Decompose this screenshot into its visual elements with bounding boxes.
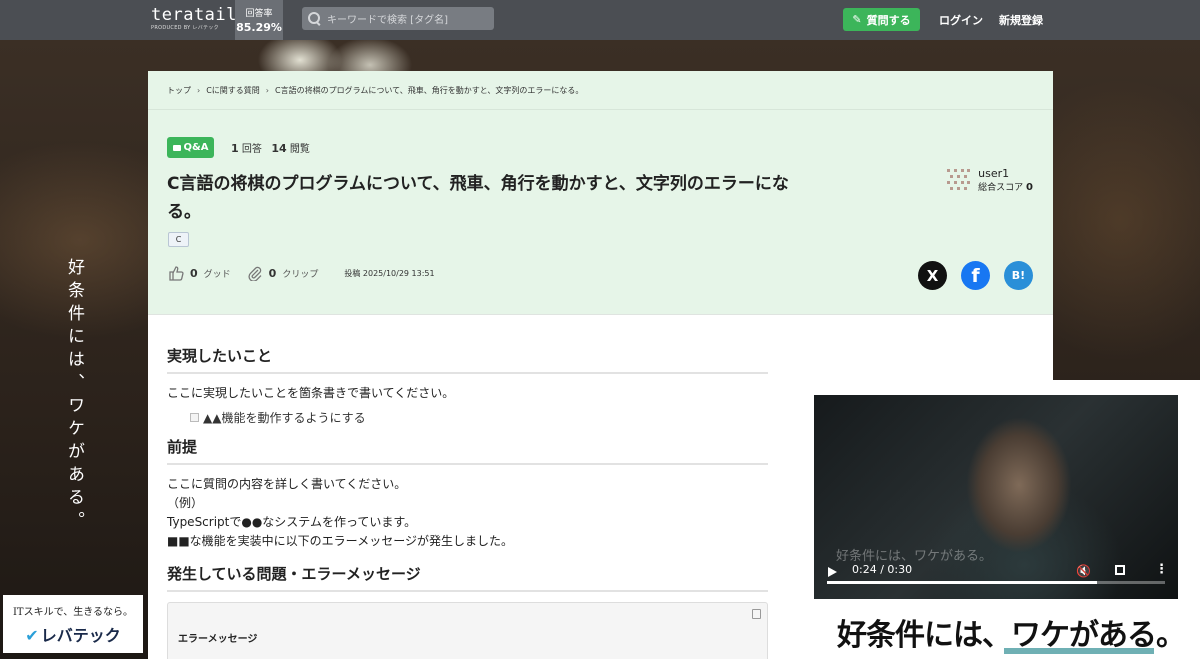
author-info[interactable]: user1 総合スコア 0 (946, 167, 1033, 193)
question-body: 実現したいこと ここに実現したいことを箇条書きで書いてください。 ▲▲機能を動作… (148, 315, 768, 659)
breadcrumb-current: C言語の将棋のプログラムについて、飛車、角行を動かすと、文字列のエラーになる。 (275, 85, 584, 95)
clip-button[interactable]: 0 クリップ (247, 265, 319, 281)
share-buttons: X f B! (918, 261, 1033, 290)
code-label: エラーメッセージ (178, 634, 258, 645)
login-link[interactable]: ログイン (939, 12, 983, 28)
share-facebook-button[interactable]: f (961, 261, 990, 290)
logo-sub: PRODUCED BY レバテック (151, 25, 219, 31)
premise-line: TypeScriptで●●なシステムを作っています。 (167, 515, 417, 529)
mute-icon[interactable]: 🔇 (1076, 564, 1091, 578)
video-progress[interactable] (827, 581, 1165, 584)
posted-date: 投稿 2025/10/29 13:51 (344, 268, 435, 278)
goal-text: ここに実現したいことを箇条書きで書いてください。 (167, 386, 455, 400)
site-logo[interactable]: teratail PRODUCED BY レバテック (151, 5, 237, 31)
ad-logo-name: ✔ レバテック (3, 622, 143, 646)
breadcrumb-category[interactable]: Cに関する質問 (206, 85, 260, 96)
good-label: グッド (203, 269, 231, 280)
search-input[interactable]: キーワードで検索 [タグ名] (302, 7, 494, 30)
answers-label: 回答 (241, 144, 262, 155)
good-count: 0 (190, 266, 198, 280)
top-header: teratail PRODUCED BY レバテック 回答率 85.29% キー… (0, 0, 1200, 40)
share-x-button[interactable]: X (918, 261, 947, 290)
levtech-ad-logo[interactable]: ITスキルで、生きるなら。 ✔ レバテック (3, 595, 143, 653)
clip-label: クリップ (282, 269, 319, 280)
good-button[interactable]: 0 グッド (168, 265, 231, 281)
edit-icon: ✎ (852, 13, 862, 26)
avatar (947, 169, 971, 190)
qa-badge-label: Q&A (183, 142, 209, 153)
author-name[interactable]: user1 (978, 167, 1033, 180)
goal-item-text: ▲▲機能を動作するようにする (203, 411, 366, 425)
author-score: 総合スコア 0 (978, 180, 1033, 193)
ad-logo-name-text: レバテック (40, 626, 121, 645)
premise-line: （例） (167, 496, 204, 510)
signup-link[interactable]: 新規登録 (999, 12, 1043, 28)
heading-goal: 実現したいこと (167, 345, 768, 374)
checkbox[interactable] (190, 413, 199, 422)
logo-word: teratail (151, 5, 237, 25)
more-options-icon[interactable]: ⋮ (1155, 562, 1168, 577)
clip-count: 0 (268, 266, 277, 280)
paperclip-icon (248, 266, 262, 281)
ad-side-copy: 好条件には、ワケがある。 (64, 258, 84, 534)
share-hatena-button[interactable]: B! (1004, 261, 1033, 290)
video-time: 0:24 / 0:30 (852, 563, 913, 576)
fullscreen-icon[interactable] (1115, 565, 1125, 575)
answer-rate: 回答率 85.29% (235, 0, 283, 40)
check-icon: ✔ (25, 626, 39, 645)
score-value: 0 (1026, 182, 1033, 193)
premise-line: ■■な機能を実装中に以下のエラーメッセージが発生しました。 (167, 534, 513, 548)
score-label: 総合スコア (978, 183, 1024, 193)
video-progress-fill (827, 581, 1098, 584)
breadcrumb: トップ › Cに関する質問 › C言語の将棋のプログラムについて、飛車、角行を動… (148, 71, 1053, 110)
ask-question-label: 質問する (866, 13, 911, 27)
search-placeholder: キーワードで検索 [タグ名] (327, 15, 448, 26)
ask-question-button[interactable]: ✎ 質問する (843, 8, 920, 31)
answer-rate-value: 85.29% (236, 21, 282, 34)
question-title: C言語の将棋のプログラムについて、飛車、角行を動かすと、文字列のエラーになる。 (167, 174, 789, 222)
video-player[interactable]: 好条件には、ワケがある。 0:24 / 0:30 🔇 ⋮ (814, 395, 1178, 599)
question-stats: 1 回答 14 閲覧 (231, 140, 310, 155)
qa-badge: Q&A (167, 137, 214, 158)
tag-c[interactable]: C (168, 232, 189, 247)
copy-icon[interactable] (752, 609, 761, 619)
answer-rate-label: 回答率 (245, 9, 273, 19)
video-ad[interactable]: 好条件には、ワケがある。 0:24 / 0:30 🔇 ⋮ 好条件には、ワケがある… (793, 380, 1200, 659)
video-controls: 0:24 / 0:30 🔇 ⋮ (814, 555, 1178, 599)
breadcrumb-top[interactable]: トップ (167, 85, 191, 96)
cta-underline (1004, 648, 1154, 654)
chat-icon (172, 144, 181, 151)
question-header: トップ › Cに関する質問 › C言語の将棋のプログラムについて、飛車、角行を動… (148, 71, 1053, 315)
question-actions: 0 グッド 0 クリップ 投稿 2025/10/29 13:51 (168, 265, 435, 281)
search-icon (308, 12, 321, 25)
thumbs-up-icon (169, 266, 184, 281)
answers-count: 1 (231, 142, 239, 155)
views-label: 閲覧 (289, 144, 310, 155)
views-count: 14 (271, 142, 287, 155)
play-icon[interactable] (828, 567, 837, 577)
goal-checklist-item: ▲▲機能を動作するようにする (190, 409, 768, 426)
ad-logo-tagline: ITスキルで、生きるなら。 (12, 607, 134, 618)
chevron-right-icon: › (265, 85, 269, 95)
premise-line: ここに質問の内容を詳しく書いてください。 (167, 477, 407, 491)
heading-error: 発生している問題・エラーメッセージ (167, 563, 768, 592)
heading-premise: 前提 (167, 436, 768, 465)
code-block: エラーメッセージ (167, 602, 768, 659)
chevron-right-icon: › (197, 85, 201, 95)
